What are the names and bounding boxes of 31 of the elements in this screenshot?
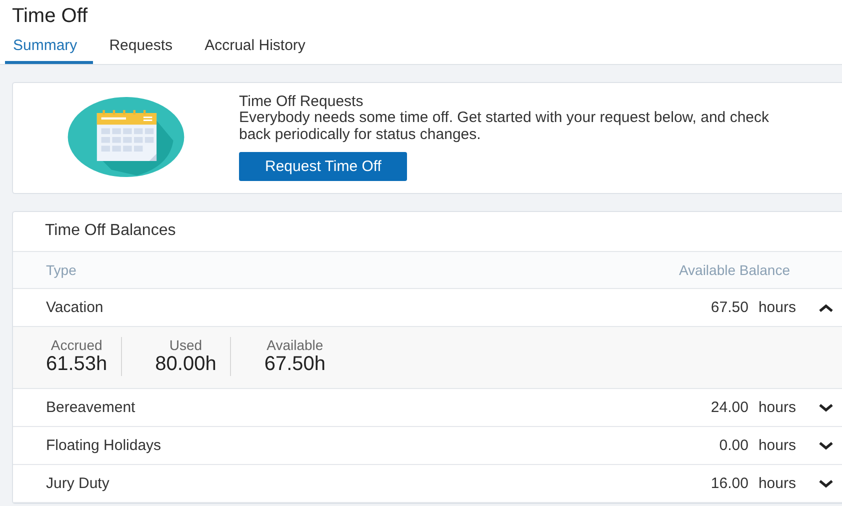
card-description: Everybody needs some time off. Get started with your request below, and check back periodically for status changes. [239, 110, 770, 143]
balance-type: Vacation [46, 299, 104, 316]
stat-label: Accrued [50, 337, 102, 353]
balance-amount: 0.00 [719, 437, 748, 454]
balance-type: Floating Holidays [46, 437, 162, 454]
column-header: Available Balance [678, 262, 790, 278]
tab[interactable]: Accrual History [196, 32, 322, 64]
card-title: Time Off Requests [239, 93, 364, 110]
stat-value: 61.53h [46, 353, 108, 376]
balance-unit: hours [758, 475, 796, 492]
balance-amount: 24.00 [710, 399, 748, 416]
stat-value: 80.00h [155, 353, 216, 376]
tab[interactable]: Requests [101, 32, 189, 64]
request-time-off-button[interactable]: Request Time Off [239, 152, 408, 181]
page-title: Time Off [12, 4, 89, 28]
column-header: Type [46, 262, 76, 278]
balance-unit: hours [758, 437, 796, 454]
chevron-up-icon[interactable] [818, 302, 834, 312]
stat-label: Used [169, 337, 202, 353]
tab[interactable]: Summary [5, 32, 94, 64]
chevron-down-icon[interactable] [818, 478, 834, 488]
chevron-down-icon[interactable] [818, 440, 834, 450]
balance-type: Jury Duty [46, 475, 110, 492]
stat-value: 67.50h [264, 353, 326, 376]
chevron-down-icon[interactable] [818, 402, 834, 412]
balance-unit: hours [758, 399, 796, 416]
stat-label: Available [266, 337, 324, 353]
balance-amount: 16.00 [710, 475, 748, 492]
balance-unit: hours [758, 299, 796, 316]
balance-type: Bereavement [46, 399, 136, 416]
balance-amount: 67.50 [710, 299, 748, 316]
